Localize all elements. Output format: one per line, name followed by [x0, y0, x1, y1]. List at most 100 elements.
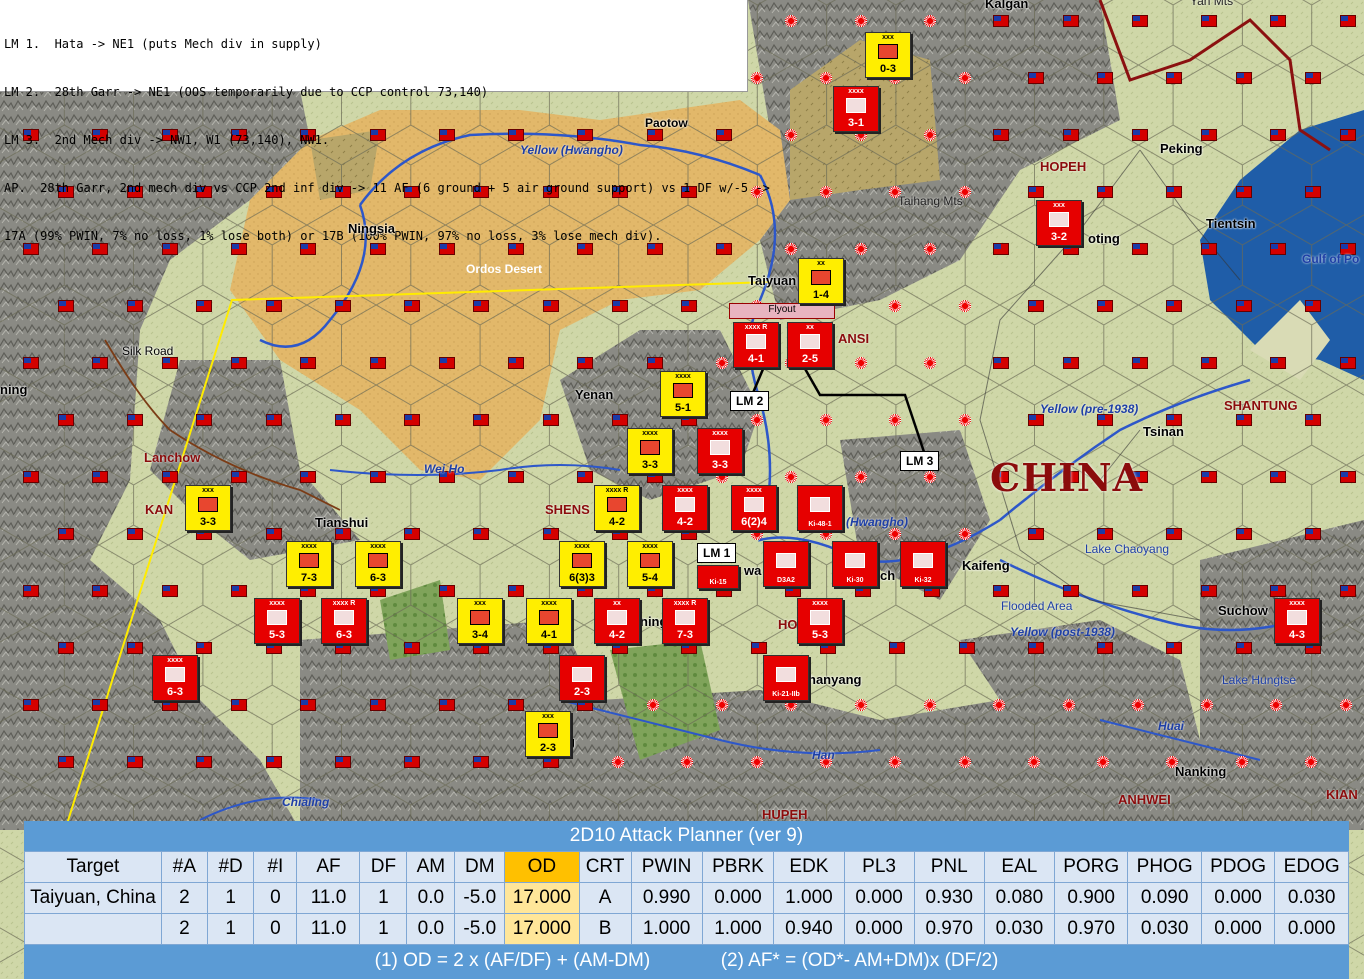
planner-cell[interactable]: 11.0: [296, 882, 361, 914]
planner-cell[interactable]: 0.990: [630, 882, 703, 914]
unit-counter[interactable]: xxxx 5-3: [797, 598, 843, 644]
planner-cell[interactable]: 0.0: [406, 913, 456, 945]
planner-cell[interactable]: 0.000: [1274, 913, 1349, 945]
unit-counter[interactable]: xxxx 3-1: [833, 86, 879, 132]
planner-cell[interactable]: 1: [206, 913, 255, 945]
city-peking: Peking: [1160, 141, 1203, 156]
planner-cell[interactable]: -5.0: [454, 882, 506, 914]
planner-cell[interactable]: 0.080: [983, 882, 1055, 914]
unit-counter[interactable]: xxxx R 6-3: [321, 598, 367, 644]
planner-cell[interactable]: 0.030: [1127, 913, 1202, 945]
planner-cell[interactable]: 0: [253, 913, 298, 945]
planner-cell[interactable]: 0.000: [843, 882, 915, 914]
unit-counter[interactable]: xxxx 6(2)4: [731, 485, 777, 531]
planner-cell[interactable]: -5.0: [454, 913, 506, 945]
nationalist-flag-marker: [473, 414, 490, 426]
nationalist-flag-marker: [196, 414, 213, 426]
planner-cell[interactable]: 17.000: [504, 913, 580, 945]
unit-counter[interactable]: xx 1-4: [798, 258, 844, 304]
unit-counter-28th-garr[interactable]: xxxx R 4-1: [733, 322, 779, 368]
planner-cell[interactable]: 2: [160, 913, 208, 945]
planner-cell[interactable]: 1.000: [773, 882, 845, 914]
unit-counter[interactable]: xxxx 3-3: [627, 428, 673, 474]
planner-cell[interactable]: 0.970: [913, 913, 985, 945]
air-unit-counter[interactable]: Ki-21-IIb: [763, 655, 809, 701]
planner-cell[interactable]: A: [578, 882, 632, 914]
unit-counter[interactable]: xxxx 6-3: [152, 655, 198, 701]
nationalist-flag-marker: [508, 357, 525, 369]
planner-cell[interactable]: 0.000: [701, 882, 775, 914]
unit-counter[interactable]: xxxx 7-3: [286, 541, 332, 587]
river-hwangho-label: (Hwangho): [846, 515, 908, 529]
planner-cell[interactable]: 0.000: [1200, 913, 1276, 945]
nationalist-flag-marker: [230, 585, 247, 597]
nationalist-flag-marker: [1166, 642, 1183, 654]
air-unit-counter[interactable]: Ki-30: [832, 541, 878, 587]
unit-counter[interactable]: xx 2-5: [787, 322, 833, 368]
planner-cell[interactable]: 11.0: [296, 913, 361, 945]
unit-counter[interactable]: xxxx 4-2: [662, 485, 708, 531]
nationalist-flag-marker: [1062, 129, 1079, 141]
planner-cell[interactable]: [24, 913, 162, 945]
flyout-tab[interactable]: Flyout: [729, 303, 835, 319]
nationalist-flag-marker: [57, 414, 74, 426]
nationalist-flag-marker: [196, 756, 213, 768]
planner-cell[interactable]: 1: [206, 882, 255, 914]
rising-sun-marker: [958, 72, 971, 84]
planner-cell[interactable]: 0.900: [1053, 882, 1129, 914]
nationalist-flag-marker: [1062, 15, 1079, 27]
unit-counter[interactable]: xxxx 4-1: [526, 598, 572, 644]
unit-counter[interactable]: xxx 0-3: [865, 32, 911, 78]
planner-cell[interactable]: 1.000: [701, 913, 775, 945]
unit-counter[interactable]: 2-3: [559, 655, 605, 701]
province-anhwei: ANHWEI: [1118, 792, 1171, 807]
air-unit-counter[interactable]: D3A2: [763, 541, 809, 587]
unit-counter[interactable]: xxxx 5-3: [254, 598, 300, 644]
unit-counter[interactable]: xxxx R 7-3: [662, 598, 708, 644]
planner-cell[interactable]: 17.000: [504, 882, 580, 914]
city-kalgan: Kalgan: [985, 0, 1029, 11]
unit-counter[interactable]: xx 4-2: [594, 598, 640, 644]
planner-cell[interactable]: 0.0: [406, 882, 456, 914]
unit-counter[interactable]: xxxx 3-3: [697, 428, 743, 474]
nationalist-flag-marker: [265, 528, 282, 540]
unit-counter[interactable]: xxxx 4-3: [1274, 598, 1320, 644]
unit-counter[interactable]: xxxx 6(3)3: [559, 541, 605, 587]
nationalist-flag-marker: [646, 357, 663, 369]
nationalist-flag-marker: [23, 357, 39, 369]
planner-cell[interactable]: B: [578, 913, 632, 945]
col-header-a: #A: [160, 851, 208, 883]
planner-cell[interactable]: 0.000: [1200, 882, 1276, 914]
nationalist-flag-marker: [508, 471, 525, 483]
planner-cell[interactable]: 0.030: [983, 913, 1055, 945]
nationalist-flag-marker: [334, 414, 351, 426]
rising-sun-marker: [750, 72, 763, 84]
planner-cell[interactable]: 0.940: [773, 913, 845, 945]
planner-cell[interactable]: 1: [359, 913, 408, 945]
unit-counter[interactable]: xxx 3-4: [457, 598, 503, 644]
planner-cell[interactable]: 2: [160, 882, 208, 914]
planner-cell[interactable]: 0.970: [1053, 913, 1129, 945]
planner-cell[interactable]: 0.000: [843, 913, 915, 945]
planner-cell[interactable]: 0.090: [1127, 882, 1202, 914]
planner-cell[interactable]: 1.000: [630, 913, 703, 945]
unit-counter[interactable]: xxx 2-3: [525, 711, 571, 757]
unit-counter[interactable]: xxxx 5-1: [660, 371, 706, 417]
nationalist-flag-marker: [334, 300, 351, 312]
unit-counter[interactable]: xxx 3-2: [1036, 200, 1082, 246]
air-unit-counter[interactable]: Ki-48-1: [797, 485, 843, 531]
planner-cell[interactable]: Taiyuan, China: [24, 882, 162, 914]
air-unit-counter[interactable]: Ki-32: [900, 541, 946, 587]
unit-counter[interactable]: xxxx 5-4: [627, 541, 673, 587]
nationalist-flag-marker: [265, 300, 282, 312]
nationalist-flag-marker: [404, 528, 421, 540]
planner-cell[interactable]: 1: [359, 882, 408, 914]
unit-counter[interactable]: xxxx 6-3: [355, 541, 401, 587]
planner-cell[interactable]: 0: [253, 882, 298, 914]
planner-cell[interactable]: 0.030: [1274, 882, 1349, 914]
unit-counter[interactable]: xxx 3-3: [185, 485, 231, 531]
air-unit-counter[interactable]: Ki-15: [697, 565, 739, 589]
province-hupeh: HUPEH: [762, 807, 808, 822]
planner-cell[interactable]: 0.930: [913, 882, 985, 914]
unit-counter[interactable]: xxxx R 4-2: [594, 485, 640, 531]
